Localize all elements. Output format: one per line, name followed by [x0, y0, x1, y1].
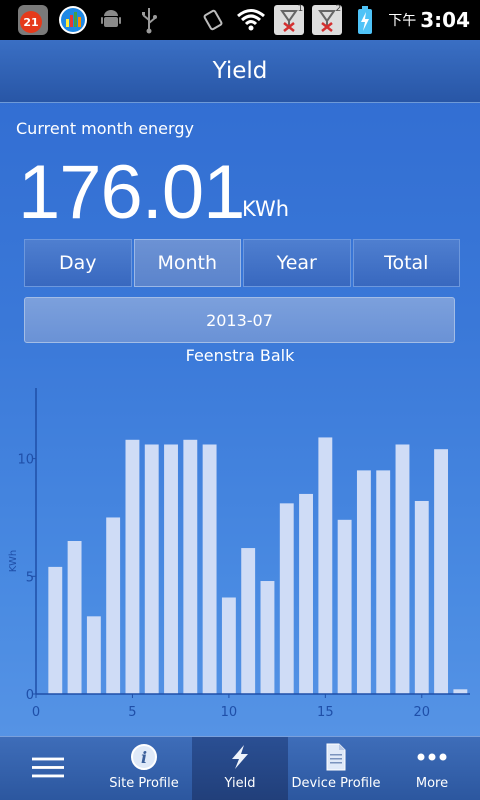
chart-bar [395, 444, 410, 694]
page-title: Yield [212, 58, 268, 84]
time-prefix: 下午 [388, 13, 417, 29]
energy-value: 176.01 [18, 150, 245, 235]
tab-day[interactable]: Day [24, 239, 132, 287]
date-selector[interactable]: 2013-07 [24, 297, 455, 343]
battery-charging-icon [350, 5, 380, 35]
site-name: Feenstra Balk [185, 346, 295, 365]
sim2-no-signal-icon: 2 [312, 4, 343, 35]
y-axis-label: KWh [8, 550, 19, 572]
sim2-label: 2 [335, 4, 342, 14]
title-bar: Yield [0, 40, 480, 103]
bottom-nav: i Site Profile Yield Device Profile More [0, 736, 480, 800]
chart-bar [376, 470, 391, 694]
status-bar: 21 1 2 下午 3:04 [0, 0, 480, 40]
nav-device-profile-label: Device Profile [291, 776, 381, 791]
android-icon [96, 5, 126, 35]
y-tick-label: 0 [26, 688, 34, 703]
tab-month[interactable]: Month [133, 239, 241, 287]
chart-app-icon [58, 5, 88, 35]
chart-bar [86, 616, 101, 694]
chart-bar [202, 444, 217, 694]
period-tabs: Day Month Year Total [24, 239, 460, 287]
sim1-label: 1 [297, 4, 304, 14]
yield-bar-chart: 0 5 10 15 20 0 5 10 KWh [8, 388, 470, 720]
nav-site-profile-label: Site Profile [109, 776, 179, 791]
svg-text:i: i [141, 748, 147, 767]
chart-bar [318, 437, 333, 694]
chart-bar [414, 500, 429, 694]
more-icon [416, 742, 448, 772]
chart-bar [260, 581, 275, 694]
wifi-icon [236, 5, 266, 35]
y-tick-label: 10 [17, 453, 34, 468]
y-tick-label: 5 [26, 570, 34, 585]
nav-more-label: More [415, 776, 449, 791]
nav-site-profile[interactable]: i Site Profile [96, 737, 192, 800]
chart-bar [221, 597, 236, 694]
lightning-icon [224, 742, 256, 772]
x-tick-label: 5 [128, 705, 136, 720]
chart-bar [125, 439, 140, 694]
chart-bar [337, 519, 352, 694]
chart-bar [67, 541, 82, 694]
energy-label: Current month energy [16, 119, 194, 138]
document-icon [320, 742, 352, 772]
info-icon: i [128, 742, 160, 772]
nav-yield-label: Yield [224, 776, 256, 791]
chart-bar [48, 566, 63, 694]
chart-bar [434, 449, 449, 694]
tab-total[interactable]: Total [352, 239, 460, 287]
nav-yield[interactable]: Yield [192, 737, 288, 800]
chart-bar [164, 444, 178, 694]
sim1-no-signal-icon: 1 [274, 4, 305, 35]
chart-bar [241, 548, 256, 694]
usb-icon [134, 5, 164, 35]
nav-device-profile[interactable]: Device Profile [288, 737, 384, 800]
chart-bar [299, 493, 313, 694]
x-tick-label: 15 [317, 705, 334, 720]
energy-unit: KWh [242, 197, 290, 221]
nav-more[interactable]: More [384, 737, 480, 800]
x-tick-label: 10 [221, 705, 238, 720]
vibrate-icon [198, 5, 228, 35]
tab-year[interactable]: Year [243, 239, 351, 287]
chart-bar [144, 444, 159, 694]
chart-bar [106, 517, 121, 694]
nav-menu[interactable] [0, 737, 96, 800]
clock: 3:04 [420, 8, 470, 32]
chart-bar [279, 503, 294, 694]
x-tick-label: 0 [32, 705, 40, 720]
notification-count: 21 [20, 11, 42, 33]
chart-bar [183, 439, 198, 694]
menu-icon [32, 752, 64, 782]
x-tick-label: 20 [414, 705, 431, 720]
chart-bar [356, 470, 371, 694]
app-notification-icon: 21 [16, 3, 50, 37]
